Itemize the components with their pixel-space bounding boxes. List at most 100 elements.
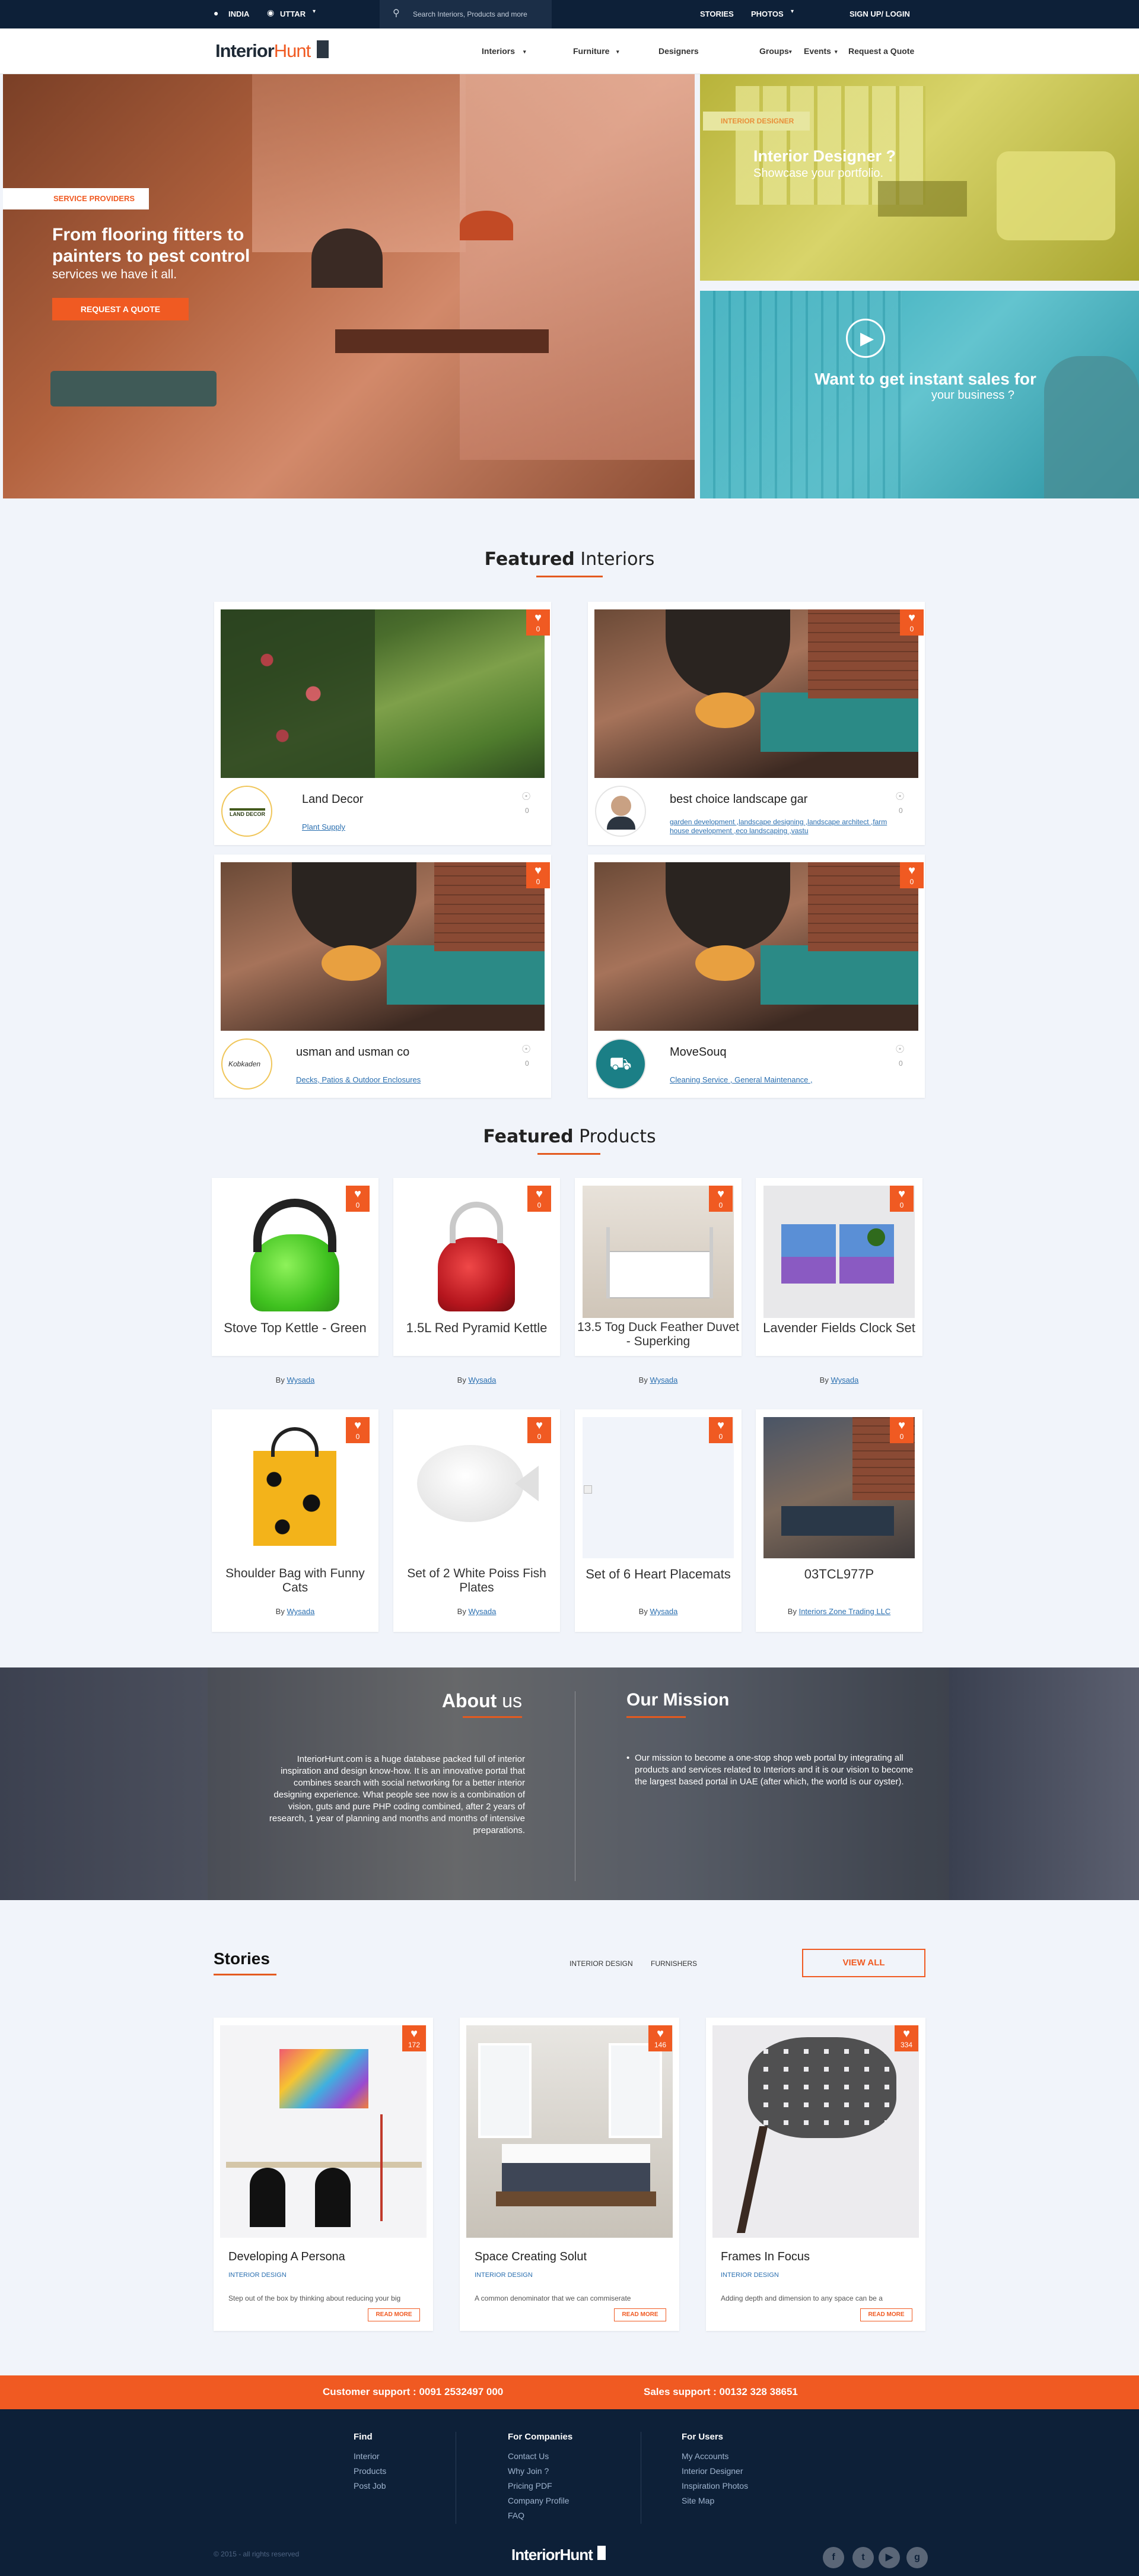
twitter-icon[interactable]: t — [852, 2547, 874, 2568]
heart-icon[interactable]: ♥ — [527, 1418, 551, 1432]
footer-link[interactable]: FAQ — [508, 2508, 572, 2523]
play-icon[interactable]: ▶ — [860, 328, 874, 350]
play-video-button[interactable]: ▶ — [846, 319, 885, 358]
nav-interiors[interactable]: Interiors — [482, 46, 515, 56]
nav-furniture[interactable]: Furniture — [573, 46, 609, 56]
interior-image[interactable] — [594, 862, 918, 1031]
heart-icon[interactable]: ♥ — [527, 1187, 551, 1201]
product-name[interactable]: Set of 6 Heart Placemats — [575, 1567, 742, 1582]
hero-interior-designer[interactable]: INTERIOR DESIGNER Interior Designer ? Sh… — [700, 74, 1139, 281]
read-more-button[interactable]: READ MORE — [860, 2308, 912, 2321]
favorite-badge[interactable]: ♥ 146 — [648, 2025, 672, 2051]
search-icon[interactable]: ⚲ — [393, 7, 400, 19]
vendor-link[interactable]: Wysada — [650, 1376, 677, 1384]
company-logo[interactable]: Kobkaden — [221, 1038, 272, 1090]
interior-tags[interactable]: garden development ,landscape designing … — [670, 818, 889, 836]
interior-name[interactable]: best choice landscape gar — [670, 793, 807, 806]
product-name[interactable]: Set of 2 White Poiss Fish Plates — [393, 1567, 560, 1595]
vendor-link[interactable]: Interiors Zone Trading LLC — [799, 1607, 891, 1616]
product-card[interactable]: ♥ 0 03TCL977P — [756, 1409, 922, 1632]
heart-icon[interactable]: ♥ — [526, 863, 550, 878]
nav-designers[interactable]: Designers — [658, 46, 699, 56]
footer-link[interactable]: Why Join ? — [508, 2464, 572, 2479]
youtube-icon[interactable]: ▶ — [879, 2547, 900, 2568]
nav-events[interactable]: Events — [804, 46, 831, 56]
favorite-badge[interactable]: ♥ 0 — [346, 1417, 370, 1443]
chevron-down-icon[interactable]: ▾ — [789, 49, 792, 55]
vendor-link[interactable]: Wysada — [831, 1376, 858, 1384]
vendor-link[interactable]: Wysada — [468, 1607, 496, 1616]
product-card[interactable]: ♥ 0 Set of 2 White Poiss Fish Plates — [393, 1409, 560, 1632]
company-logo[interactable] — [595, 786, 646, 837]
vendor-link[interactable]: Wysada — [650, 1607, 677, 1616]
hero-instant-sales[interactable]: ▶ Want to get instant sales for your bus… — [700, 291, 1139, 498]
favorite-badge[interactable]: ♥ 0 — [890, 1186, 914, 1212]
interior-tags[interactable]: Decks, Patios & Outdoor Enclosures — [296, 1075, 421, 1084]
footer-link[interactable]: Products — [354, 2464, 386, 2479]
story-category[interactable]: INTERIOR DESIGN — [228, 2272, 287, 2279]
favorite-badge[interactable]: ♥ 172 — [402, 2025, 426, 2051]
story-card[interactable]: ♥ 172 Developing A Persona INTERIOR DESIG… — [214, 2018, 433, 2331]
heart-icon[interactable]: ♥ — [895, 2027, 918, 2041]
story-title[interactable]: Frames In Focus — [721, 2250, 810, 2264]
company-logo[interactable]: ⛟ — [595, 1038, 646, 1090]
interior-image[interactable] — [594, 609, 918, 778]
product-card[interactable]: ♥ 0 Stove Top Kettle - Green — [212, 1178, 378, 1356]
favorite-badge[interactable]: ♥ 0 — [709, 1186, 733, 1212]
heart-icon[interactable]: ♥ — [648, 2027, 672, 2041]
interior-tags[interactable]: Plant Supply — [302, 822, 345, 831]
filter-furnishers[interactable]: FURNISHERS — [651, 1959, 697, 1968]
favorite-badge[interactable]: ♥ 0 — [709, 1417, 733, 1443]
heart-icon[interactable]: ♥ — [526, 611, 550, 625]
view-all-button[interactable]: VIEW ALL — [802, 1949, 925, 1977]
heart-icon[interactable]: ♥ — [900, 611, 924, 625]
product-name[interactable]: 13.5 Tog Duck Feather Duvet - Superking — [575, 1320, 742, 1349]
product-image[interactable] — [408, 1433, 545, 1534]
footer-link[interactable]: Interior Designer — [682, 2464, 748, 2479]
read-more-button[interactable]: READ MORE — [368, 2308, 420, 2321]
story-title[interactable]: Space Creating Solut — [475, 2250, 587, 2264]
product-card[interactable]: ♥ 0 Set of 6 Heart Placemats — [575, 1409, 742, 1632]
favorite-badge[interactable]: ♥ 334 — [895, 2025, 918, 2051]
story-image[interactable] — [466, 2025, 673, 2238]
chevron-down-icon[interactable]: ▾ — [791, 8, 794, 15]
product-name[interactable]: Stove Top Kettle - Green — [212, 1320, 378, 1336]
footer-link[interactable]: Company Profile — [508, 2494, 572, 2508]
vendor-link[interactable]: Wysada — [287, 1607, 314, 1616]
company-logo[interactable]: LAND DECOR — [221, 786, 272, 837]
heart-icon[interactable]: ♥ — [709, 1418, 733, 1432]
footer-link[interactable]: Contact Us — [508, 2449, 572, 2464]
facebook-icon[interactable]: f — [823, 2547, 844, 2568]
product-card[interactable]: ♥ 0 13.5 Tog Duck Feather Duvet - Superki… — [575, 1178, 742, 1356]
story-category[interactable]: INTERIOR DESIGN — [475, 2272, 533, 2279]
footer-link[interactable]: Pricing PDF — [508, 2479, 572, 2494]
favorite-badge[interactable]: ♥ 0 — [890, 1417, 914, 1443]
favorite-badge[interactable]: ♥ 0 — [526, 862, 550, 888]
footer-link[interactable]: Site Map — [682, 2494, 748, 2508]
search-input[interactable]: Search Interiors, Products and more — [413, 10, 527, 18]
favorite-badge[interactable]: ♥ 0 — [346, 1186, 370, 1212]
interior-card[interactable]: ♥ 0 best choice landscape gar garden deve… — [588, 602, 925, 845]
stories-link[interactable]: STORIES — [700, 9, 734, 18]
favorite-badge[interactable]: ♥ 0 — [527, 1417, 551, 1443]
footer-logo[interactable]: InteriorHunt — [511, 2546, 606, 2564]
product-card[interactable]: ♥ 0 1.5L Red Pyramid Kettle — [393, 1178, 560, 1356]
logo[interactable]: InteriorHunt — [215, 40, 329, 62]
interior-name[interactable]: usman and usman co — [296, 1046, 409, 1059]
footer-link[interactable]: Post Job — [354, 2479, 386, 2494]
product-name[interactable]: Shoulder Bag with Funny Cats — [212, 1567, 378, 1595]
story-card[interactable]: ♥ 334 Frames In Focus INTERIOR DESIGN Add… — [706, 2018, 925, 2331]
heart-icon[interactable]: ♥ — [900, 863, 924, 878]
product-image[interactable] — [417, 1187, 536, 1317]
chevron-down-icon[interactable]: ▾ — [835, 49, 838, 55]
product-card[interactable]: ♥ 0 Lavender Fields Clock Set — [756, 1178, 922, 1356]
favorite-badge[interactable]: ♥ 0 — [526, 609, 550, 636]
footer-link[interactable]: Inspiration Photos — [682, 2479, 748, 2494]
story-category[interactable]: INTERIOR DESIGN — [721, 2272, 779, 2279]
heart-icon[interactable]: ♥ — [890, 1187, 914, 1201]
interior-image[interactable] — [221, 609, 545, 778]
google-plus-icon[interactable]: g — [906, 2547, 928, 2568]
country-selector[interactable]: INDIA — [228, 9, 249, 18]
heart-icon[interactable]: ♥ — [346, 1187, 370, 1201]
product-name[interactable]: 1.5L Red Pyramid Kettle — [393, 1320, 560, 1336]
